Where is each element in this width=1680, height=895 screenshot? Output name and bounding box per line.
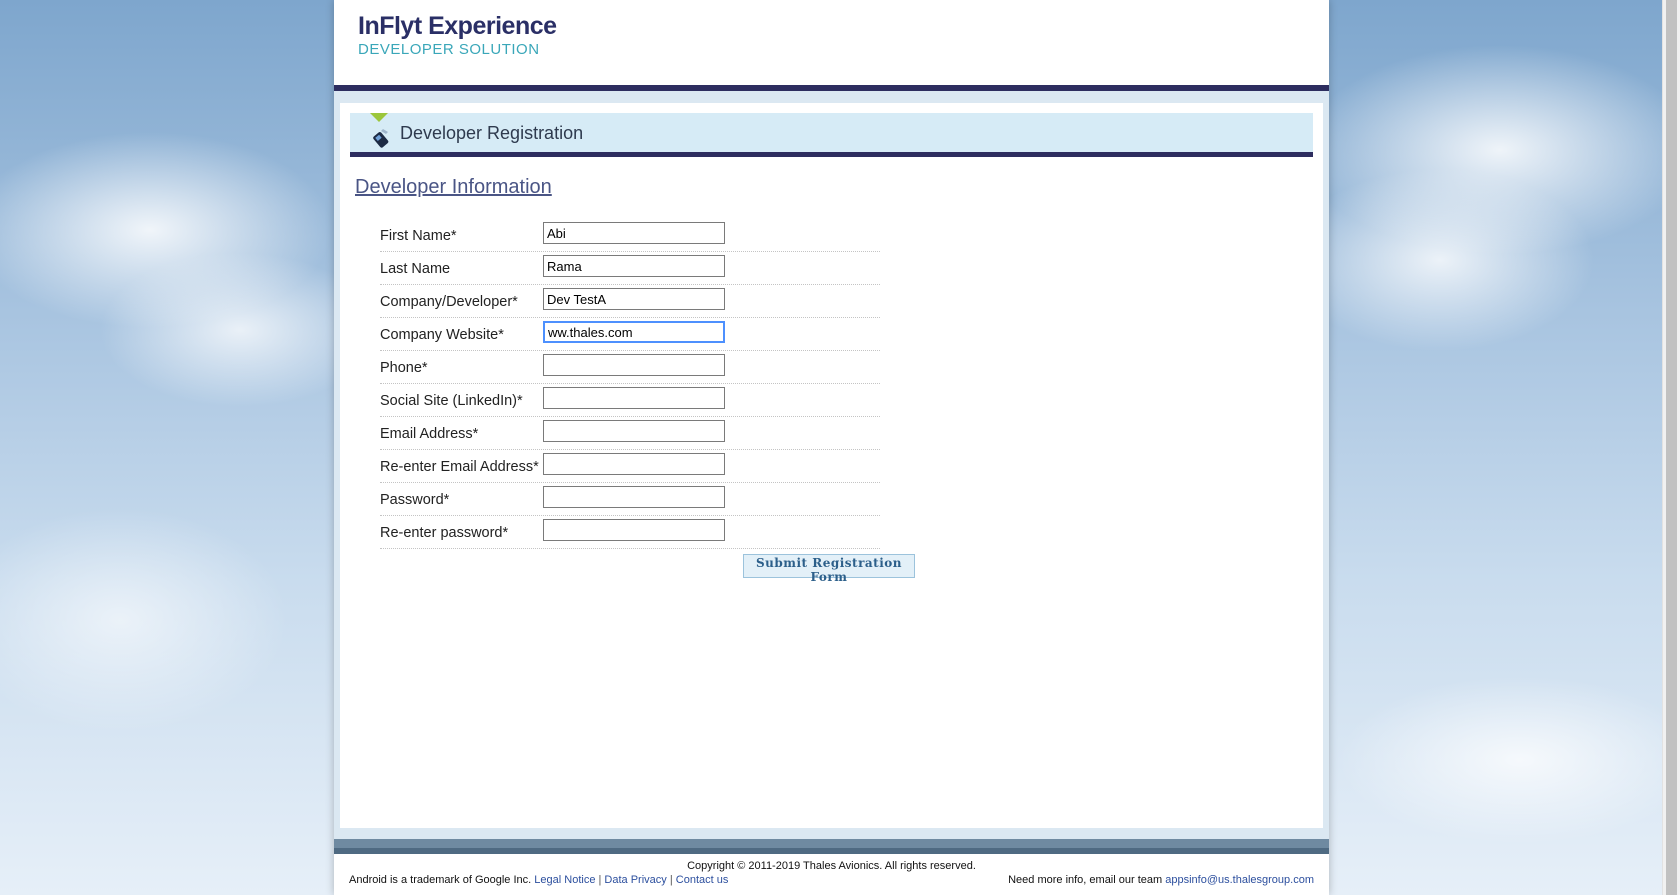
form-row-password-confirm: Re-enter password* xyxy=(380,517,880,549)
first-name-input[interactable] xyxy=(543,222,725,244)
developer-information-heading: Developer Information xyxy=(355,176,552,198)
first-name-label: First Name* xyxy=(380,228,457,244)
info-text: Need more info, email our team xyxy=(1008,874,1163,886)
company-input[interactable] xyxy=(543,288,725,310)
footer-divider-top xyxy=(334,839,1329,848)
section-header: Developer Registration xyxy=(350,113,1313,152)
phone-input[interactable] xyxy=(543,354,725,376)
triangle-marker-icon xyxy=(370,113,388,122)
last-name-label: Last Name xyxy=(380,261,451,277)
password-confirm-label: Re-enter password* xyxy=(380,525,509,541)
email-link[interactable]: appsinfo@us.thalesgroup.com xyxy=(1165,874,1314,886)
copyright-text: Copyright © 2011-2019 Thales Avionics. A… xyxy=(687,860,976,872)
last-name-input[interactable] xyxy=(543,255,725,277)
form-row-company: Company/Developer* xyxy=(380,286,880,318)
logo-subtitle: DEVELOPER SOLUTION xyxy=(358,41,540,58)
link-separator: | xyxy=(669,874,673,886)
form-row-social: Social Site (LinkedIn)* xyxy=(380,385,880,417)
footer-contact: Need more info, email our team appsinfo@… xyxy=(1008,874,1314,886)
header-divider xyxy=(334,85,1329,91)
form-row-email: Email Address* xyxy=(380,418,880,450)
content-panel: Developer Registration Developer Informa… xyxy=(340,103,1323,828)
social-label: Social Site (LinkedIn)* xyxy=(380,393,523,409)
trademark-text: Android is a trademark of Google Inc. xyxy=(349,874,532,886)
pen-icon xyxy=(373,129,389,148)
logo-title[interactable]: InFlyt Experience xyxy=(358,12,557,41)
social-input[interactable] xyxy=(543,387,725,409)
email-confirm-input[interactable] xyxy=(543,453,725,475)
page-container: InFlyt Experience DEVELOPER SOLUTION Dev… xyxy=(334,0,1329,895)
phone-label: Phone* xyxy=(380,360,428,376)
vertical-scrollbar[interactable] xyxy=(1662,0,1680,895)
website-label: Company Website* xyxy=(380,327,504,343)
contact-us-link[interactable]: Contact us xyxy=(676,874,729,886)
password-input[interactable] xyxy=(543,486,725,508)
form-row-email-confirm: Re-enter Email Address* xyxy=(380,451,880,483)
registration-form: First Name* Last Name Company/Developer*… xyxy=(380,220,880,550)
header: InFlyt Experience DEVELOPER SOLUTION xyxy=(334,0,1329,85)
email-input[interactable] xyxy=(543,420,725,442)
data-privacy-link[interactable]: Data Privacy xyxy=(604,874,666,886)
submit-registration-button[interactable]: Submit Registration Form xyxy=(743,554,915,584)
section-divider xyxy=(350,152,1313,157)
section-title: Developer Registration xyxy=(400,123,584,143)
password-confirm-input[interactable] xyxy=(543,519,725,541)
company-label: Company/Developer* xyxy=(380,294,518,310)
email-label: Email Address* xyxy=(380,426,479,442)
form-row-password: Password* xyxy=(380,484,880,516)
form-row-website: Company Website* xyxy=(380,319,880,351)
email-confirm-label: Re-enter Email Address* xyxy=(380,459,539,475)
footer: Copyright © 2011-2019 Thales Avionics. A… xyxy=(334,854,1329,895)
footer-links: Android is a trademark of Google Inc. Le… xyxy=(349,874,728,886)
form-row-first-name: First Name* xyxy=(380,220,880,252)
password-label: Password* xyxy=(380,492,450,508)
link-separator: | xyxy=(598,874,602,886)
scrollbar-thumb[interactable] xyxy=(1666,0,1677,895)
legal-notice-link[interactable]: Legal Notice xyxy=(534,874,595,886)
website-input[interactable] xyxy=(543,321,725,343)
form-row-phone: Phone* xyxy=(380,352,880,384)
form-row-last-name: Last Name xyxy=(380,253,880,285)
